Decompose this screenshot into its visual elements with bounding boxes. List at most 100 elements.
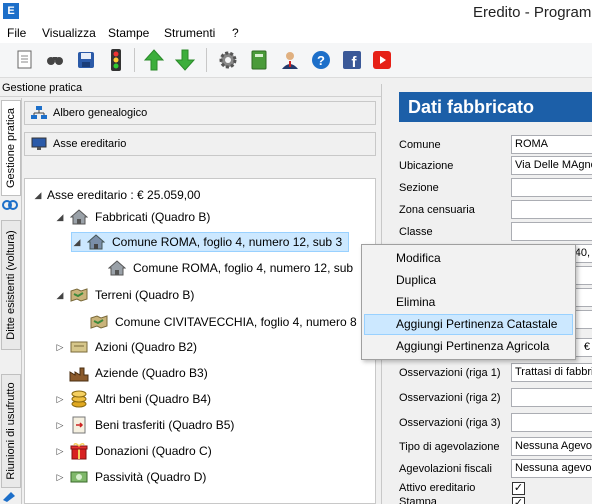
expand-arrow-icon[interactable]: ▷ [55,420,65,431]
menu-item-modifica[interactable]: Modifica [364,248,573,269]
classe-field[interactable] [511,222,592,241]
menu-visualizza[interactable]: Visualizza [42,26,96,40]
traffic-light-icon[interactable] [104,48,128,72]
coins-icon [69,390,89,408]
osservazioni-2-field[interactable] [511,388,592,407]
tree-node-pertinenza[interactable]: Comune ROMA, foglio 4, numero 12, sub [107,258,353,278]
form-title: Dati fabbricato [399,92,592,122]
inheritance-tree: ◢ Asse ereditario : € 25.059,00 ◢ Fabbri… [24,178,376,504]
tree-node-fabbricati[interactable]: ◢ Fabbricati (Quadro B) [55,207,210,227]
tree-node-aziende[interactable]: Aziende (Quadro B3) [69,363,208,383]
tree-node-azioni[interactable]: ▷ Azioni (Quadro B2) [55,337,198,357]
sezione-label: Sezione [399,182,439,194]
tree-node-label: Comune CIVITAVECCHIA, foglio 4, numero 8 [115,315,357,329]
stampa-checkbox[interactable]: ✓ [512,497,525,504]
osservazioni-1-label: Osservazioni (riga 1) [399,367,501,379]
tree-node-label: Comune ROMA, foglio 4, numero 12, sub 3 [112,235,343,249]
menu-item-aggiungi-pertinenza-catastale[interactable]: Aggiungi Pertinenza Catastale [364,314,573,335]
menu-strumenti[interactable]: Strumenti [164,26,215,40]
collapse-arrow-icon[interactable]: ◢ [72,237,82,248]
tree-root-label: Asse ereditario : € 25.059,00 [47,188,201,202]
expand-arrow-icon[interactable]: ▷ [55,446,65,457]
agevolazioni-fiscali-select[interactable]: Nessuna agevola [511,459,592,478]
help-icon[interactable]: ? [309,48,333,72]
tree-node-terreno-civitavecchia[interactable]: Comune CIVITAVECCHIA, foglio 4, numero 8 [89,312,357,332]
vertical-tab-strip: Gestione pratica Ditte esistenti (voltur… [0,98,22,504]
asse-ereditario-label: Asse ereditario [53,138,127,150]
gear-icon[interactable] [216,48,240,72]
tree-root[interactable]: ◢ Asse ereditario : € 25.059,00 [33,185,201,205]
comune-field[interactable]: ROMA [511,135,592,154]
tool-icon[interactable] [1,490,21,504]
book-icon[interactable] [247,48,271,72]
tab-label: Ditte esistenti (voltura) [5,230,17,340]
map-icon [89,313,109,331]
monitor-icon [31,137,47,150]
arrow-down-icon[interactable] [173,48,197,72]
tab-ditte-esistenti[interactable]: Ditte esistenti (voltura) [1,220,21,350]
user-icon[interactable] [278,48,302,72]
link-icon[interactable] [1,198,21,214]
tipo-agevolazione-label: Tipo di agevolazione [399,441,500,453]
menu-item-aggiungi-pertinenza-agricola[interactable]: Aggiungi Pertinenza Agricola [364,336,573,357]
tab-label: Riunioni di usufrutto [5,382,17,480]
save-icon[interactable] [74,48,98,72]
collapse-arrow-icon[interactable]: ◢ [55,212,65,223]
tree-node-label: Azioni (Quadro B2) [95,340,198,354]
expand-arrow-icon[interactable]: ▷ [55,394,65,405]
tree-node-fabbricato-roma[interactable]: ◢ Comune ROMA, foglio 4, numero 12, sub … [71,232,350,252]
tab-gestione-pratica[interactable]: Gestione pratica [1,100,21,196]
youtube-icon[interactable] [370,48,394,72]
toolbar-separator [134,48,135,72]
new-document-icon[interactable] [13,48,37,72]
app-icon: E [3,3,19,19]
tree-node-passivita[interactable]: ▷ Passività (Quadro D) [55,467,207,487]
ubicazione-field[interactable]: Via Delle MAgnol [511,156,592,175]
house-icon [69,208,89,226]
tree-node-altri-beni[interactable]: ▷ Altri beni (Quadro B4) [55,389,211,409]
agevolazioni-fiscali-label: Agevolazioni fiscali [399,463,492,475]
tree-node-label: Altri beni (Quadro B4) [95,392,212,406]
tree-node-label: Aziende (Quadro B3) [95,366,208,380]
title-bar: E Eredito - Programm [0,0,592,24]
tree-node-beni-trasferiti[interactable]: ▷ Beni trasferiti (Quadro B5) [55,415,234,435]
tab-riunioni-usufrutto[interactable]: Riunioni di usufrutto [1,374,21,488]
expand-arrow-icon[interactable]: ▷ [55,472,65,483]
context-menu: Modifica Duplica Elimina Aggiungi Pertin… [361,244,576,360]
sezione-field[interactable] [511,178,592,197]
menu-help[interactable]: ? [232,26,239,40]
tree-node-terreni[interactable]: ◢ Terreni (Quadro B) [55,285,195,305]
expand-arrow-icon[interactable]: ▷ [55,342,65,353]
attivo-ereditario-checkbox[interactable]: ✓ [512,482,525,495]
menu-stampe[interactable]: Stampe [108,26,149,40]
collapse-arrow-icon[interactable]: ◢ [33,190,43,201]
tipo-agevolazione-select[interactable]: Nessuna Agevola [511,437,592,456]
zona-censuaria-label: Zona censuaria [399,204,475,216]
search-icon[interactable] [43,48,67,72]
attivo-ereditario-label: Attivo ereditario [399,482,476,494]
tree-node-label: Comune ROMA, foglio 4, numero 12, sub [133,261,354,275]
window-title: Eredito - Programm [473,4,592,21]
facebook-icon[interactable]: f [340,48,364,72]
tree-node-label: Beni trasferiti (Quadro B5) [95,418,235,432]
osservazioni-2-label: Osservazioni (riga 2) [399,392,501,404]
arrow-up-icon[interactable] [142,48,166,72]
menu-file[interactable]: File [7,26,26,40]
menu-item-elimina[interactable]: Elimina [364,292,573,313]
tree-node-label: Donazioni (Quadro C) [95,444,212,458]
collapse-arrow-icon[interactable]: ◢ [55,290,65,301]
tree-node-donazioni[interactable]: ▷ Donazioni (Quadro C) [55,441,212,461]
money-icon [69,468,89,486]
osservazioni-3-field[interactable] [511,413,592,432]
comune-label: Comune [399,139,441,151]
stock-certificate-icon [69,338,89,356]
menu-bar: File Visualizza Stampe Strumenti ? [0,24,592,43]
stampa-label: Stampa [399,496,437,504]
albero-genealogico-button[interactable]: Albero genealogico [24,101,376,125]
transfer-icon [69,416,89,434]
asse-ereditario-button[interactable]: Asse ereditario [24,132,376,156]
menu-item-duplica[interactable]: Duplica [364,270,573,291]
osservazioni-1-field[interactable]: Trattasi di fabbri [511,363,592,382]
albero-genealogico-label: Albero genealogico [53,107,148,119]
zona-censuaria-field[interactable] [511,200,592,219]
